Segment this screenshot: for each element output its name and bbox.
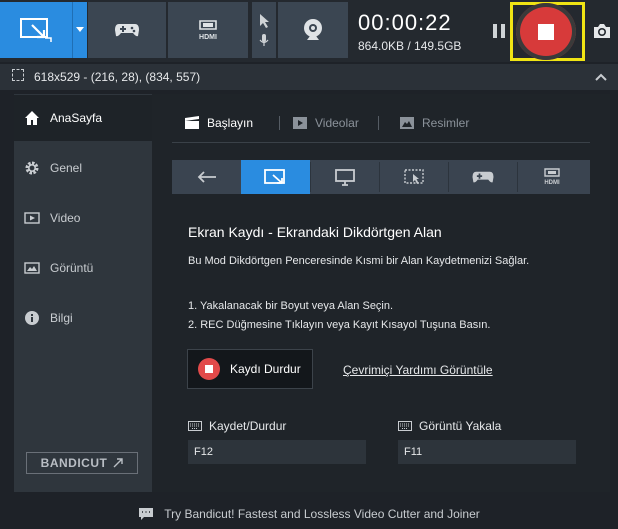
around-mouse-icon <box>403 169 424 184</box>
sidebar-item-general[interactable]: Genel <box>14 145 152 191</box>
mode-around-mouse-button[interactable] <box>379 160 448 194</box>
tab-getting-started[interactable]: Başlayın <box>184 116 253 130</box>
cursor-mic-toggles[interactable] <box>252 2 276 58</box>
hotkey-capture-field[interactable]: F11 <box>398 440 576 464</box>
stop-icon <box>198 358 220 380</box>
sidebar-item-label: Bilgi <box>50 311 73 325</box>
image-icon <box>24 260 40 276</box>
tab-videos[interactable]: Videolar <box>292 116 359 130</box>
chevron-up-icon <box>595 73 607 81</box>
video-icon <box>24 210 40 226</box>
keyboard-icon <box>188 421 202 431</box>
stop-recording-button[interactable]: Kaydı Durdur <box>187 349 313 389</box>
sidebar-item-label: AnaSayfa <box>50 111 103 125</box>
mode-back-button[interactable] <box>172 160 241 194</box>
monitor-icon <box>334 169 355 186</box>
screenshot-button[interactable] <box>592 22 612 40</box>
hotkey-capture-label-group: Görüntü Yakala <box>398 419 501 433</box>
webcam-icon <box>304 19 322 40</box>
mode-hdmi-button[interactable]: HDMI <box>517 160 586 194</box>
sidebar-item-label: Görüntü <box>50 261 94 275</box>
svg-text:HDMI: HDMI <box>199 34 217 41</box>
hdmi-mode-button[interactable]: HDMI <box>168 2 248 58</box>
chat-bubble-icon <box>139 507 154 520</box>
stop-recording-label: Kaydı Durdur <box>230 362 301 376</box>
tab-images[interactable]: Resimler <box>399 116 469 130</box>
mode-fullscreen-button[interactable] <box>310 160 379 194</box>
hotkey-record-field[interactable]: F12 <box>188 440 366 464</box>
mode-dropdown-button[interactable] <box>72 2 87 58</box>
webcam-button[interactable] <box>278 2 348 58</box>
info-icon <box>24 310 40 326</box>
svg-text:HDMI: HDMI <box>544 180 560 186</box>
video-icon <box>293 117 307 129</box>
file-size-info: 864.0KB / 149.5GB <box>358 39 462 53</box>
area-select-icon <box>12 69 24 81</box>
cursor-icon[interactable] <box>258 13 270 29</box>
external-link-icon <box>113 458 124 468</box>
home-icon <box>24 110 40 126</box>
bandicut-button[interactable]: BANDICUT <box>26 452 138 474</box>
instruction-step-2: 2. REC Düğmesine Tıklayın veya Kayıt Kıs… <box>188 319 491 331</box>
image-icon <box>400 117 414 129</box>
stop-icon <box>538 23 554 40</box>
screen-rectangle-icon <box>263 169 285 184</box>
keyboard-icon <box>398 421 412 431</box>
mode-rectangle-button[interactable] <box>241 160 310 194</box>
bandicut-label: BANDICUT <box>40 456 108 470</box>
mode-title: Ekran Kaydı - Ekrandaki Dikdörtgen Alan <box>188 224 442 240</box>
tab-label: Resimler <box>422 116 470 130</box>
hotkey-record-label: Kaydet/Durdur <box>209 419 287 433</box>
clapperboard-icon <box>185 116 199 129</box>
tab-divider <box>378 116 379 130</box>
back-arrow-icon <box>197 171 216 183</box>
hotkey-capture-label: Görüntü Yakala <box>419 419 502 433</box>
tab-underline <box>172 142 590 143</box>
recording-timer: 00:00:22 <box>358 10 452 35</box>
pause-button[interactable] <box>488 20 510 42</box>
game-mode-button[interactable] <box>88 2 166 58</box>
hdmi-icon: HDMI <box>543 168 560 186</box>
sidebar-item-home[interactable]: AnaSayfa <box>14 95 152 141</box>
collapse-button[interactable] <box>594 70 608 82</box>
hotkey-record-label-group: Kaydet/Durdur <box>188 419 286 433</box>
area-coordinates: 618x529 - (216, 28), (834, 557) <box>34 70 201 84</box>
gear-icon <box>24 160 40 176</box>
gamepad-icon <box>472 171 493 183</box>
instruction-step-1: 1. Yakalanacak bir Boyut veya Alan Seçin… <box>188 300 394 312</box>
online-help-link[interactable]: Çevrimiçi Yardımı Görüntüle <box>343 363 493 377</box>
mode-description: Bu Mod Dikdörtgen Penceresinde Kısmi bir… <box>188 255 530 267</box>
tab-divider <box>279 116 280 130</box>
dropdown-arrow-icon <box>76 27 84 32</box>
sidebar-item-info[interactable]: Bilgi <box>14 295 152 341</box>
mic-icon[interactable] <box>259 33 269 47</box>
screen-rectangle-icon <box>20 18 52 42</box>
camera-icon <box>594 24 610 38</box>
promo-text: Try Bandicut! Fastest and Lossless Video… <box>164 506 480 521</box>
sidebar-item-label: Video <box>50 211 81 225</box>
sidebar-item-image[interactable]: Görüntü <box>14 245 152 291</box>
mode-game-button[interactable] <box>448 160 517 194</box>
promo-footer[interactable]: Try Bandicut! Fastest and Lossless Video… <box>0 498 618 529</box>
rectangle-mode-button[interactable] <box>0 2 72 58</box>
sidebar-item-video[interactable]: Video <box>14 195 152 241</box>
record-stop-button[interactable] <box>516 3 576 60</box>
gamepad-icon <box>115 24 139 37</box>
hdmi-icon: HDMI <box>199 20 217 41</box>
tab-label: Videolar <box>315 116 359 130</box>
pause-icon <box>493 24 505 38</box>
tab-label: Başlayın <box>207 116 254 130</box>
sidebar-item-label: Genel <box>50 161 83 175</box>
